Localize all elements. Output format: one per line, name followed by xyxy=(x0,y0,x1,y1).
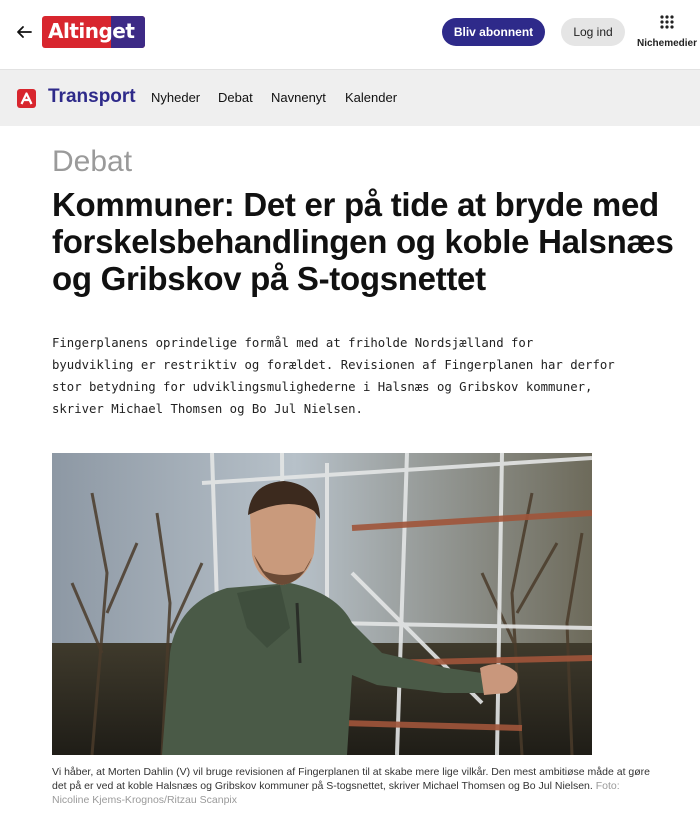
grid-dots-icon xyxy=(660,15,674,29)
back-arrow-icon[interactable] xyxy=(14,22,34,42)
top-header: Altinget Bliv abonnent Log ind Nichemedi… xyxy=(0,0,700,68)
niche-media-menu[interactable]: Nichemedier xyxy=(636,12,698,54)
article-kicker: Debat xyxy=(52,145,133,178)
nav-item-navnenyt[interactable]: Navnenyt xyxy=(271,90,326,105)
niche-media-label: Nichemedier xyxy=(636,38,698,49)
nav-item-debat[interactable]: Debat xyxy=(218,90,253,105)
caption-text: Vi håber, at Morten Dahlin (V) vil bruge… xyxy=(52,766,651,792)
section-logo-icon[interactable] xyxy=(17,89,36,108)
altinget-logo[interactable]: Altinget xyxy=(42,16,145,48)
nav-item-kalender[interactable]: Kalender xyxy=(345,90,397,105)
nav-item-nyheder[interactable]: Nyheder xyxy=(151,90,200,105)
subscribe-button[interactable]: Bliv abonnent xyxy=(442,18,545,46)
photo-caption: Vi håber, at Morten Dahlin (V) vil bruge… xyxy=(52,765,652,807)
section-title[interactable]: Transport xyxy=(48,86,136,108)
logo-text: Altinget xyxy=(48,19,135,43)
article-photo xyxy=(52,453,592,755)
article-headline: Kommuner: Det er på tide at bryde med fo… xyxy=(52,186,674,297)
login-button[interactable]: Log ind xyxy=(561,18,625,46)
section-nav: Transport Nyheder Debat Navnenyt Kalende… xyxy=(0,69,700,126)
article-lede: Fingerplanens oprindelige formål med at … xyxy=(52,336,615,416)
